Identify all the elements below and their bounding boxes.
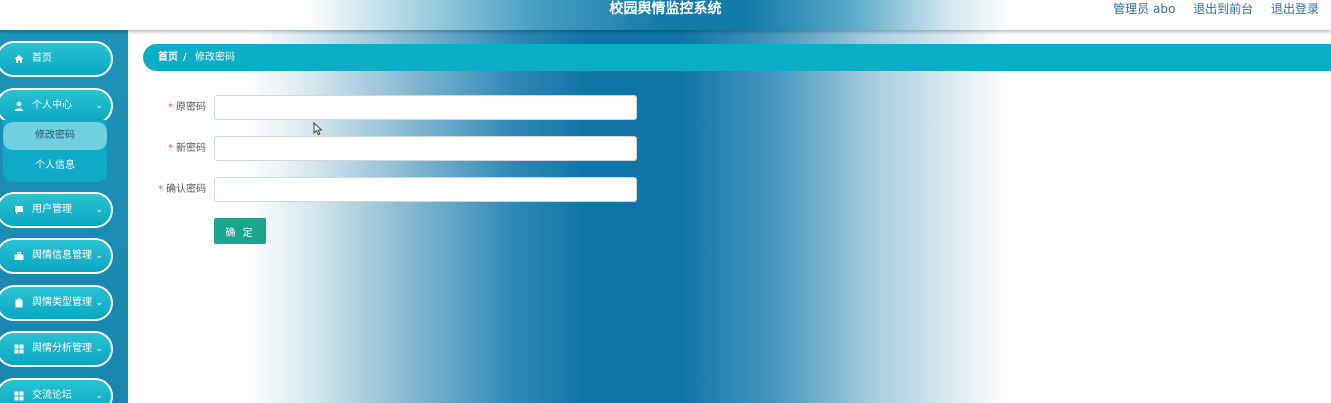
personal-center-submenu: 修改密码 个人信息 <box>3 120 107 182</box>
logout-link[interactable]: 退出登录 <box>1271 2 1319 16</box>
sidebar-item-label: 交流论坛 <box>32 390 72 401</box>
old-password-input[interactable] <box>214 95 637 120</box>
top-header: 校园舆情监控系统 管理员 abo 退出到前台 退出登录 <box>0 0 1331 30</box>
sidebar-item-opinion-info[interactable]: 舆情信息管理 ⌄ <box>0 238 113 274</box>
breadcrumb-home[interactable]: 首页 <box>158 44 178 71</box>
sidebar-item-opinion-type[interactable]: 舆情类型管理 ⌄ <box>0 285 113 321</box>
grid-icon <box>14 344 24 354</box>
chevron-down-icon: ⌄ <box>95 205 103 215</box>
chevron-down-icon: ⌄ <box>95 391 103 401</box>
chat-icon <box>15 206 23 214</box>
sidebar-item-personal-center[interactable]: 个人中心 ⌄ <box>0 88 113 124</box>
confirm-button[interactable]: 确 定 <box>214 218 266 244</box>
exit-to-front-link[interactable]: 退出到前台 <box>1193 2 1253 16</box>
mouse-cursor-icon <box>313 122 323 136</box>
sidebar-item-label: 舆情分析管理 <box>32 343 92 354</box>
clipboard-icon <box>15 298 23 308</box>
sidebar-item-label: 舆情信息管理 <box>32 250 92 261</box>
sidebar-item-label: 用户管理 <box>32 204 72 215</box>
sidebar-item-label: 舆情类型管理 <box>32 297 92 308</box>
home-icon <box>14 55 24 63</box>
sidebar-item-opinion-analysis[interactable]: 舆情分析管理 ⌄ <box>0 331 113 367</box>
chevron-down-icon: ⌄ <box>95 251 103 261</box>
header-links: 管理员 abo 退出到前台 退出登录 <box>1099 0 1319 18</box>
sidebar-item-user-management[interactable]: 用户管理 ⌄ <box>0 192 113 228</box>
required-mark: * <box>168 102 173 113</box>
new-password-row: * 新密码 <box>150 136 640 161</box>
admin-user-label[interactable]: 管理员 abo <box>1113 2 1175 16</box>
grid-icon <box>14 391 24 401</box>
chevron-down-icon: ⌄ <box>95 298 103 308</box>
old-password-label: * 原密码 <box>168 102 206 113</box>
new-password-label: * 新密码 <box>168 143 206 154</box>
required-mark: * <box>158 184 163 195</box>
submenu-item-change-password[interactable]: 修改密码 <box>3 122 107 150</box>
confirm-password-input[interactable] <box>214 177 637 202</box>
briefcase-icon <box>14 252 24 260</box>
sidebar: 首页 个人中心 ⌄ 修改密码 个人信息 用户管理 ⌄ 舆情信息管理 ⌄ 舆情类型… <box>0 30 128 403</box>
sidebar-item-label: 首页 <box>32 53 52 64</box>
sidebar-item-forum[interactable]: 交流论坛 ⌄ <box>0 378 113 403</box>
old-password-row: * 原密码 <box>150 95 640 120</box>
confirm-password-row: * 确认密码 <box>150 177 640 202</box>
user-icon <box>15 101 23 111</box>
new-password-input[interactable] <box>214 136 637 161</box>
required-mark: * <box>168 143 173 154</box>
chevron-down-icon: ⌄ <box>95 101 103 111</box>
submenu-item-personal-info[interactable]: 个人信息 <box>3 152 107 180</box>
chevron-down-icon: ⌄ <box>95 344 103 354</box>
sidebar-item-home[interactable]: 首页 <box>0 41 113 77</box>
confirm-password-label: * 确认密码 <box>158 184 206 195</box>
main-content-background <box>128 30 1331 403</box>
breadcrumb: 首页 / 修改密码 <box>143 44 1331 71</box>
breadcrumb-current: 修改密码 <box>195 52 235 63</box>
sidebar-item-label: 个人中心 <box>32 100 72 111</box>
breadcrumb-separator: / <box>183 52 187 63</box>
